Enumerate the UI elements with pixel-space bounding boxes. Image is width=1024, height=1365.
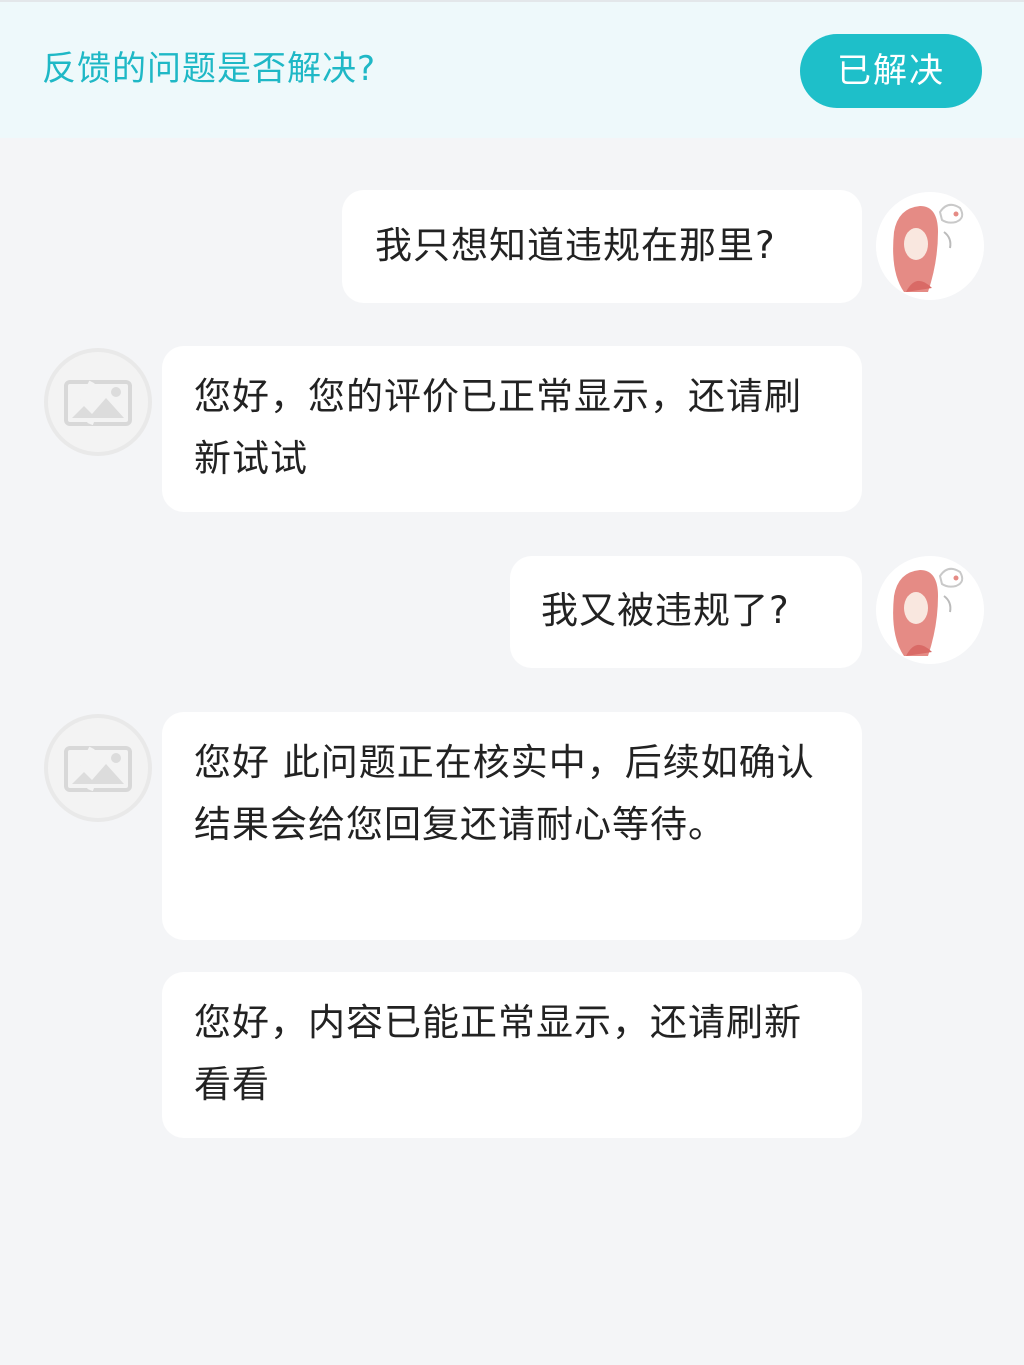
feedback-question: 反馈的问题是否解决? <box>42 49 377 89</box>
message-text: 您好，您的评价已正常显示，还请刷新试试 <box>194 375 802 480</box>
agent-message-bubble: 您好，内容已能正常显示，还请刷新看看 <box>162 972 862 1138</box>
message-text: 您好 此问题正在核实中，后续如确认结果会给您回复还请耐心等待。 <box>194 741 815 846</box>
resolved-button[interactable]: 已解决 <box>800 34 982 108</box>
broken-image-icon <box>64 746 132 792</box>
agent-avatar-icon[interactable] <box>44 348 152 456</box>
user-avatar-icon[interactable] <box>876 192 984 300</box>
agent-avatar-icon[interactable] <box>44 714 152 822</box>
message-text: 您好，内容已能正常显示，还请刷新看看 <box>194 1001 802 1106</box>
agent-message-bubble: 您好，您的评价已正常显示，还请刷新试试 <box>162 346 862 512</box>
user-message-bubble: 我只想知道违规在那里? <box>342 190 862 303</box>
message-text: 我只想知道违规在那里? <box>375 224 776 267</box>
user-message-bubble: 我又被违规了? <box>510 556 862 668</box>
message-text: 我又被违规了? <box>541 589 790 632</box>
chat-page: 反馈的问题是否解决? 已解决 我只想知道违规在那里? 您好，您的评价已正常显示，… <box>0 0 1024 1365</box>
agent-message-bubble: 您好 此问题正在核实中，后续如确认结果会给您回复还请耐心等待。 <box>162 712 862 940</box>
feedback-banner: 反馈的问题是否解决? 已解决 <box>0 0 1024 138</box>
broken-image-icon <box>64 380 132 426</box>
user-avatar-icon[interactable] <box>876 556 984 664</box>
